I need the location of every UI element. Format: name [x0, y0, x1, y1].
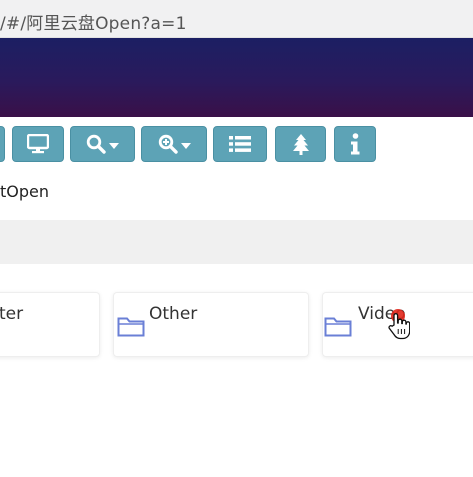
folder-label: Other — [149, 304, 198, 324]
chevron-down-icon — [180, 142, 191, 149]
zoom-in-icon — [158, 134, 178, 154]
address-bar[interactable]: /#/阿里云盘Open?a=1 — [0, 0, 473, 38]
list-icon — [229, 135, 251, 153]
partial-button[interactable] — [0, 126, 5, 162]
folder-icon — [117, 315, 145, 341]
list-view-button[interactable] — [213, 126, 267, 162]
page: /#/阿里云盘Open?a=1 tOpen ter Other Video — [0, 0, 473, 477]
monitor-icon — [27, 134, 49, 154]
folder-label: ter — [0, 304, 24, 324]
toolbar — [0, 126, 473, 162]
folder-icon — [324, 315, 352, 341]
folder-card[interactable]: ter — [0, 292, 100, 357]
folder-card[interactable]: Other — [113, 292, 309, 357]
breadcrumb[interactable]: tOpen — [0, 182, 49, 201]
info-icon — [350, 133, 360, 155]
header-banner — [0, 38, 473, 117]
info-button[interactable] — [334, 126, 376, 162]
chevron-down-icon — [109, 142, 119, 149]
search-icon — [86, 134, 106, 154]
zoom-dropdown-button[interactable] — [141, 126, 207, 162]
tree-icon — [292, 133, 310, 155]
search-dropdown-button[interactable] — [70, 126, 135, 162]
url-text[interactable]: /#/阿里云盘Open?a=1 — [0, 9, 187, 34]
display-button[interactable] — [12, 126, 64, 162]
hand-cursor-icon — [388, 312, 411, 344]
filter-band — [0, 220, 473, 264]
tree-view-button[interactable] — [275, 126, 326, 162]
